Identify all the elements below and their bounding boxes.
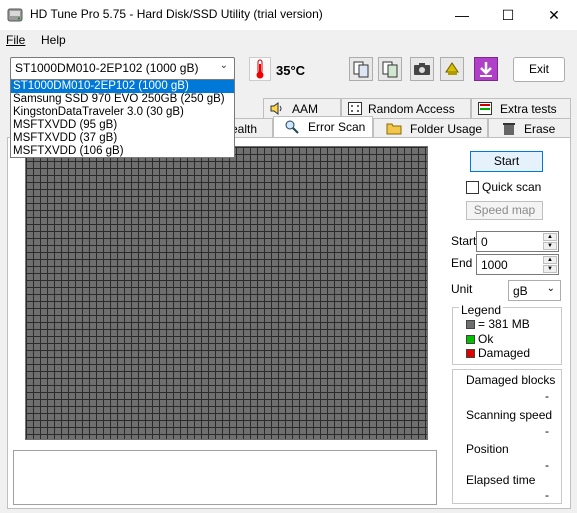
folder-icon [386,123,402,135]
app-icon [7,8,23,22]
menu-bar: File Help [0,30,577,50]
drive-dropdown-list: ST1000DM010-2EP102 (1000 gB) Samsung SSD… [10,79,235,158]
dice-icon [348,102,362,115]
tab-extra-tests-label: Extra tests [500,102,557,116]
scanning-speed-label: Scanning speed [466,408,553,422]
trash-icon [503,123,515,135]
start-stepper[interactable]: 0 ▲ ▼ [476,231,559,252]
legend-title: Legend [459,303,504,317]
end-stepper[interactable]: 1000 ▲ ▼ [476,254,559,275]
end-value: 1000 [481,258,508,272]
copy-screen-button[interactable] [378,57,402,81]
chevron-down-icon: ⌄ [546,283,555,294]
damaged-blocks-label: Damaged blocks [466,373,556,387]
legend-ok-label: Ok [478,332,494,346]
legend-ok-swatch [466,335,475,344]
tab-aam-label: AAM [292,102,319,116]
minimize-button[interactable]: — [439,0,485,30]
tab-error-scan[interactable]: Error Scan [273,116,373,139]
error-scan-block-grid [25,146,428,440]
position-value: - [545,458,549,472]
stats-box: Damaged blocks - Scanning speed - Positi… [452,369,562,504]
copy-info-icon [353,61,369,78]
screenshot-button[interactable] [410,57,434,81]
copy-screen-icon [382,61,398,78]
scanning-speed-value: - [545,424,549,438]
tab-error-scan-label: Error Scan [308,120,366,134]
scan-log-box [13,450,437,505]
start-down-arrow-icon[interactable]: ▼ [543,242,557,250]
end-field-label: End [451,256,473,270]
save-download-icon [480,62,492,77]
legend-box: Legend = 381 MB Ok Damaged [452,303,562,365]
legend-block-swatch [466,320,475,329]
drive-option[interactable]: MSFTXVDD (37 gB) [11,132,234,145]
close-button[interactable]: ✕ [531,0,577,30]
menu-help[interactable]: Help [41,33,66,47]
end-up-arrow-icon[interactable]: ▲ [543,256,557,264]
tab-random-access-label: Random Access [368,102,455,116]
speed-map-button[interactable]: Speed map [466,201,543,220]
tab-folder-usage-label: Folder Usage [410,122,483,136]
elapsed-time-label: Elapsed time [466,473,536,487]
options-icon [445,62,459,75]
options-button[interactable] [440,57,464,81]
chevron-down-icon: ⌄ [219,60,228,71]
legend-block-size: = 381 MB [478,317,530,331]
drive-option[interactable]: Samsung SSD 970 EVO 250GB (250 gB) [11,93,234,106]
quick-scan-checkbox-box[interactable] [466,181,479,194]
damaged-blocks-value: - [545,389,549,403]
temperature-readout: 35°C [276,63,306,78]
maximize-button[interactable]: ☐ [485,0,531,30]
tab-random-access[interactable]: Random Access [341,98,471,118]
drive-select[interactable]: ST1000DM010-2EP102 (1000 gB) ⌄ [10,57,235,80]
start-value: 0 [481,235,488,249]
legend-damaged-label: Damaged [478,346,531,360]
tab-aam[interactable]: AAM [263,98,341,118]
tab-erase-label: Erase [524,122,556,136]
drive-option[interactable]: ST1000DM010-2EP102 (1000 gB) [11,80,234,93]
unit-select-value: gB [513,284,528,298]
drive-option[interactable]: MSFTXVDD (106 gB) [11,145,234,158]
end-down-arrow-icon[interactable]: ▼ [543,265,557,273]
start-field-label: Start [451,234,477,248]
copy-info-button[interactable] [349,57,373,81]
thermometer-icon [249,57,271,81]
legend-damaged-swatch [466,349,475,358]
start-up-arrow-icon[interactable]: ▲ [543,233,557,241]
magnifier-icon [285,120,299,134]
tab-extra-tests[interactable]: Extra tests [471,98,571,118]
window-title: HD Tune Pro 5.75 - Hard Disk/SSD Utility… [30,7,323,21]
drive-option[interactable]: KingstonDataTraveler 3.0 (30 gB) [11,106,234,119]
quick-scan-label: Quick scan [482,180,542,194]
exit-button[interactable]: Exit [513,57,565,82]
speaker-icon [270,102,282,115]
drive-select-value: ST1000DM010-2EP102 (1000 gB) [15,61,199,75]
tab-folder-usage[interactable]: Folder Usage [373,118,488,138]
save-button[interactable] [474,57,498,81]
start-scan-button[interactable]: Start [470,151,543,172]
drive-option[interactable]: MSFTXVDD (95 gB) [11,119,234,132]
unit-select[interactable]: gB ⌄ [508,280,561,301]
elapsed-time-value: - [545,488,549,502]
tab-erase[interactable]: Erase [488,118,571,138]
unit-label: Unit [451,282,473,296]
extra-tests-icon [478,102,492,115]
menu-file[interactable]: File [6,33,25,47]
position-label: Position [466,442,509,456]
screenshot-camera-icon [414,63,430,75]
title-bar: HD Tune Pro 5.75 - Hard Disk/SSD Utility… [0,0,577,30]
